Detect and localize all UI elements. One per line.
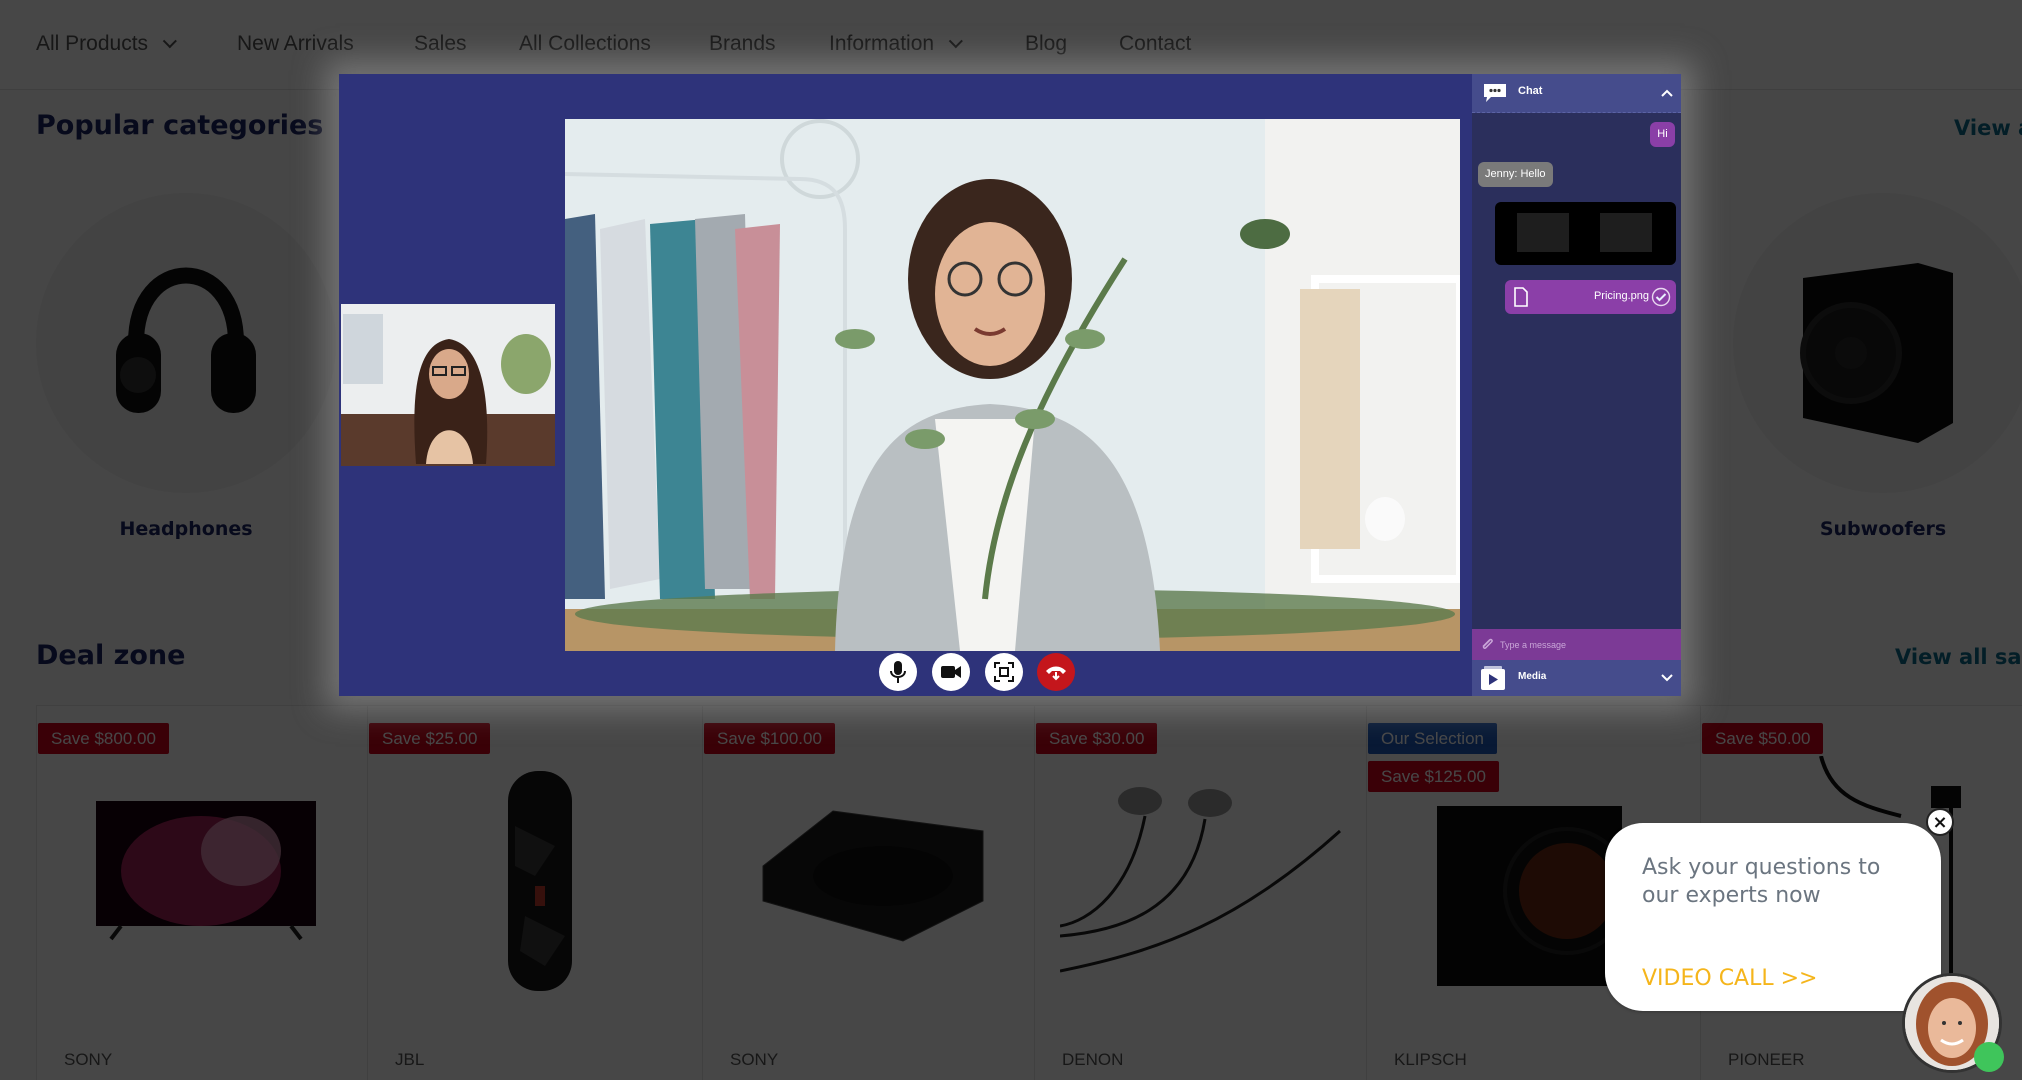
close-icon: × (1932, 811, 1948, 833)
online-status-indicator (1974, 1042, 2004, 1072)
chat-header[interactable]: Chat (1472, 74, 1681, 113)
camera-button[interactable] (932, 653, 970, 691)
chat-message-sent: Hi (1650, 122, 1675, 147)
end-call-button[interactable] (1037, 653, 1075, 691)
screen-capture-icon (994, 662, 1014, 682)
chat-message-input[interactable] (1472, 629, 1681, 660)
check-circle-icon (1651, 287, 1671, 307)
hang-up-icon (1046, 666, 1066, 681)
media-thumbnail[interactable] (1600, 213, 1652, 252)
media-section-toggle[interactable]: Media (1472, 660, 1681, 696)
file-name: Pricing.png (1593, 290, 1649, 302)
microphone-icon (890, 661, 906, 683)
shared-media-preview[interactable] (1495, 202, 1676, 265)
video-camera-icon (941, 666, 961, 678)
video-call-popup: Ask your questions to our experts now VI… (1605, 823, 1941, 1011)
self-view-feed (341, 304, 555, 466)
close-popup-button[interactable]: × (1926, 808, 1954, 836)
popup-message: Ask your questions to our experts now (1642, 855, 1881, 908)
video-call-cta[interactable]: VIDEO CALL >> (1642, 966, 1817, 991)
video-call-modal: Chat Hi Jenny: Hello Pricing.png Type a … (339, 74, 1681, 696)
mute-button[interactable] (879, 653, 917, 691)
chat-panel: Chat Hi Jenny: Hello Pricing.png Type a … (1472, 74, 1681, 696)
media-play-icon (1481, 666, 1505, 690)
chat-title: Chat (1518, 85, 1543, 97)
file-icon (1514, 287, 1528, 307)
chevron-up-icon[interactable] (1661, 88, 1673, 98)
remote-video (565, 119, 1460, 651)
chat-message-received: Jenny: Hello (1478, 162, 1553, 187)
call-controls (879, 651, 1119, 696)
media-label: Media (1518, 671, 1547, 682)
screen-share-button[interactable] (985, 653, 1023, 691)
chat-bubble-icon (1484, 84, 1506, 102)
attachment-icon[interactable] (1480, 637, 1494, 651)
media-thumbnail[interactable] (1517, 213, 1569, 252)
remote-video-feed (565, 119, 1460, 651)
file-attachment-message[interactable]: Pricing.png (1505, 280, 1676, 314)
self-view-video (341, 304, 555, 466)
chevron-down-icon (1661, 674, 1673, 682)
